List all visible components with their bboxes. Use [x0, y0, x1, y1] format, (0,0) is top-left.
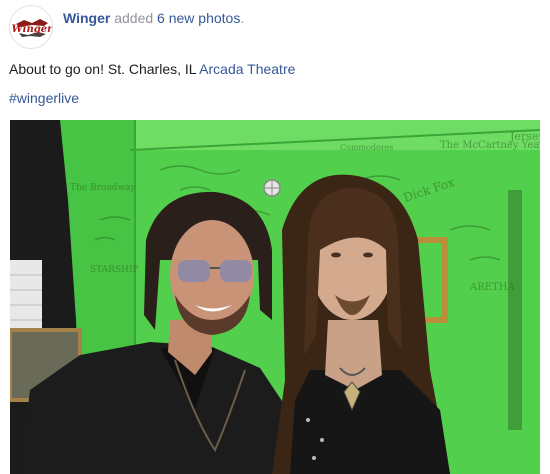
- post-header: Winger Winger added 6 new photos.: [9, 4, 539, 50]
- winger-logo-icon: Winger: [10, 6, 53, 48]
- svg-text:Jersey Guys: Jersey Guys: [509, 130, 540, 143]
- page-name-link[interactable]: Winger: [63, 10, 110, 26]
- svg-text:ARETHA: ARETHA: [469, 282, 515, 293]
- svg-text:The Broadway: The Broadway: [70, 183, 137, 193]
- post-message-text: About to go on! St. Charles, IL: [9, 61, 200, 77]
- new-photos-link[interactable]: 6 new photos: [157, 10, 240, 26]
- avatar-logo-text: Winger: [12, 24, 53, 35]
- svg-text:STARSHIP: STARSHIP: [90, 265, 139, 275]
- post-photo[interactable]: The McCartney Years Jersey Guys STARSHIP…: [10, 120, 540, 474]
- hashtag-link[interactable]: #wingerlive: [9, 90, 79, 106]
- hashtag-line: #wingerlive: [9, 89, 79, 107]
- page-avatar[interactable]: Winger: [9, 5, 53, 49]
- svg-text:Commodores: Commodores: [340, 143, 394, 152]
- action-text: added: [114, 10, 154, 26]
- post-header-line: Winger added 6 new photos.: [63, 9, 244, 27]
- post-message: About to go on! St. Charles, IL Arcada T…: [9, 60, 295, 78]
- venue-link[interactable]: Arcada Theatre: [199, 61, 295, 77]
- photo-image: The McCartney Years Jersey Guys STARSHIP…: [10, 120, 540, 474]
- action-period: .: [240, 10, 245, 26]
